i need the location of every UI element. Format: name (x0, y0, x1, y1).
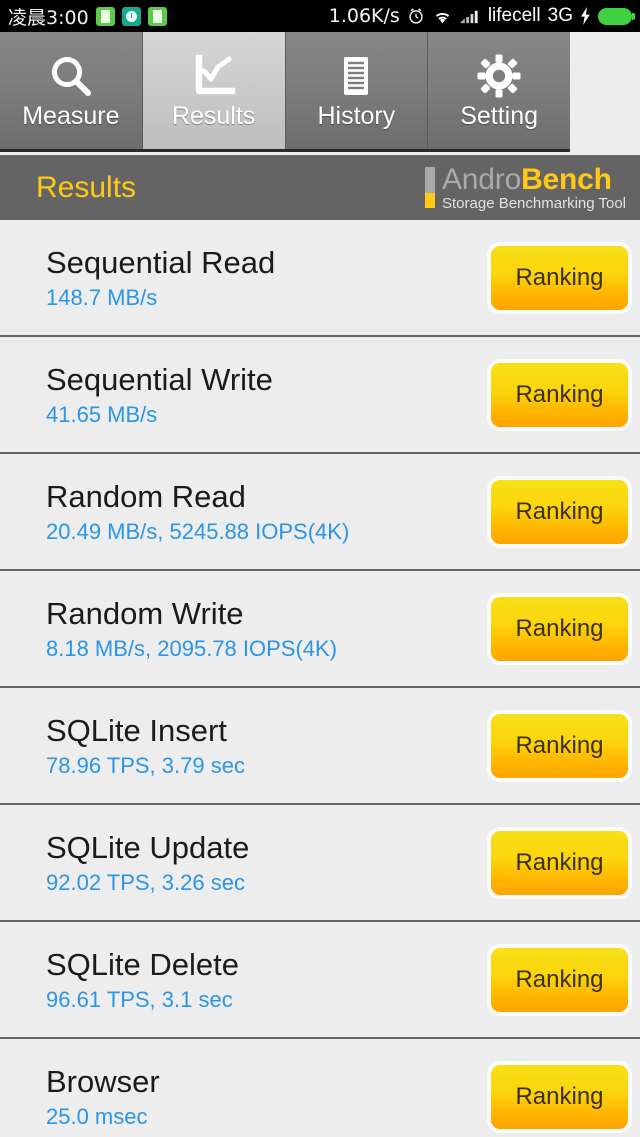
ranking-button[interactable]: Ranking (491, 479, 628, 544)
data-rate-label: 1.06K/s (328, 5, 400, 27)
tab-results-label: Results (171, 101, 256, 130)
page-title: Results (36, 170, 137, 204)
result-row[interactable]: SQLite Insert 78.96 TPS, 3.79 sec Ranking (0, 688, 640, 805)
ranking-button[interactable]: Ranking (491, 713, 628, 778)
tab-results[interactable]: Results (142, 32, 286, 149)
wifi-icon (432, 8, 453, 25)
result-row-value: 41.65 MB/s (46, 401, 158, 427)
result-row-title: SQLite Delete (46, 946, 239, 982)
result-row-value: 8.18 MB/s, 2095.78 IOPS(4K) (46, 635, 338, 661)
result-row[interactable]: Sequential Write 41.65 MB/s Ranking (0, 337, 640, 454)
result-row[interactable]: Sequential Read 148.7 MB/s Ranking (0, 220, 640, 337)
result-row-title: Browser (46, 1063, 160, 1099)
androbench-logo: AndroBench Storage Benchmarking Tool (425, 164, 626, 212)
compass-app-icon (121, 6, 141, 26)
result-row-texts: Random Read 20.49 MB/s, 5245.88 IOPS(4K) (46, 478, 350, 544)
logo-accent-bar (425, 166, 435, 208)
logo-text: AndroBench Storage Benchmarking Tool (442, 164, 626, 212)
gear-icon (476, 52, 522, 100)
result-row-title: Sequential Read (46, 244, 276, 280)
signal-bars-icon (459, 8, 481, 24)
result-row-title: SQLite Insert (46, 712, 227, 748)
result-row-title: Sequential Write (46, 361, 273, 397)
result-row-texts: Sequential Read 148.7 MB/s (46, 244, 276, 310)
result-row-title: Random Read (46, 478, 246, 514)
magnifier-icon (48, 52, 94, 100)
result-row[interactable]: Random Read 20.49 MB/s, 5245.88 IOPS(4K) R… (0, 454, 640, 571)
result-row[interactable]: Browser 25.0 msec Ranking (0, 1039, 640, 1137)
result-row-value: 96.61 TPS, 3.1 sec (46, 986, 233, 1012)
ranking-button[interactable]: Ranking (491, 830, 628, 895)
network-type-label: 3G (547, 5, 573, 26)
ranking-button[interactable]: Ranking (491, 1064, 628, 1129)
status-bar-right: 1.06K/s lifecell 3G (329, 5, 640, 27)
result-row-texts: SQLite Update 92.02 TPS, 3.26 sec (46, 829, 250, 895)
result-row-value: 20.49 MB/s, 5245.88 IOPS(4K) (46, 518, 350, 544)
carrier-label: lifecell (487, 5, 541, 26)
result-row-title: Random Write (46, 595, 244, 631)
logo-wordmark: AndroBench (442, 164, 626, 195)
tab-measure-label: Measure (22, 101, 120, 130)
tab-setting-label: Setting (460, 101, 539, 130)
ranking-button[interactable]: Ranking (491, 362, 628, 427)
results-list[interactable]: Sequential Read 148.7 MB/s Ranking Sequenti… (0, 220, 640, 1137)
alarm-clock-icon (407, 7, 425, 25)
result-row-texts: SQLite Insert 78.96 TPS, 3.79 sec (46, 712, 245, 778)
status-bar: 凌晨3:00 1.06K/s lifecell 3G (0, 0, 640, 32)
result-row[interactable]: SQLite Update 92.02 TPS, 3.26 sec Ranking (0, 805, 640, 922)
logo-tagline: Storage Benchmarking Tool (442, 194, 626, 212)
main-tab-bar: Measure Results History Setting (0, 32, 570, 152)
result-row-value: 148.7 MB/s (46, 284, 158, 310)
line-chart-icon (191, 52, 237, 100)
notepad-app-icon (147, 6, 167, 26)
ranking-button[interactable]: Ranking (491, 947, 628, 1012)
notepad-app-icon (95, 6, 115, 26)
result-row-value: 92.02 TPS, 3.26 sec (46, 869, 245, 895)
result-row-texts: Random Write 8.18 MB/s, 2095.78 IOPS(4K) (46, 595, 338, 661)
result-row-texts: Browser 25.0 msec (46, 1063, 160, 1129)
tab-measure[interactable]: Measure (0, 32, 143, 149)
tab-history[interactable]: History (285, 32, 429, 149)
result-row[interactable]: SQLite Delete 96.61 TPS, 3.1 sec Ranking (0, 922, 640, 1039)
result-row-texts: Sequential Write 41.65 MB/s (46, 361, 273, 427)
tab-setting[interactable]: Setting (428, 32, 570, 149)
androbench-results-screen: 凌晨3:00 1.06K/s lifecell 3G Measure Resul… (0, 0, 640, 1137)
page-header: Results AndroBench Storage Benchmarking … (0, 155, 640, 220)
status-clock: 凌晨3:00 (8, 6, 89, 29)
result-row[interactable]: Random Write 8.18 MB/s, 2095.78 IOPS(4K) R… (0, 571, 640, 688)
ranking-button[interactable]: Ranking (491, 596, 628, 661)
status-bar-left: 凌晨3:00 (0, 3, 167, 30)
result-row-texts: SQLite Delete 96.61 TPS, 3.1 sec (46, 946, 239, 1012)
document-lines-icon (333, 52, 379, 100)
logo-word-bench: Bench (521, 162, 612, 196)
ranking-button[interactable]: Ranking (491, 245, 628, 310)
result-row-value: 25.0 msec (46, 1103, 148, 1129)
result-row-title: SQLite Update (46, 829, 250, 865)
battery-full-icon (598, 7, 635, 25)
tab-bar-filler (570, 32, 640, 155)
logo-word-andro: Andro (442, 162, 522, 196)
lightning-bolt-icon (580, 7, 591, 25)
tab-history-label: History (317, 101, 396, 130)
result-row-value: 78.96 TPS, 3.79 sec (46, 752, 245, 778)
